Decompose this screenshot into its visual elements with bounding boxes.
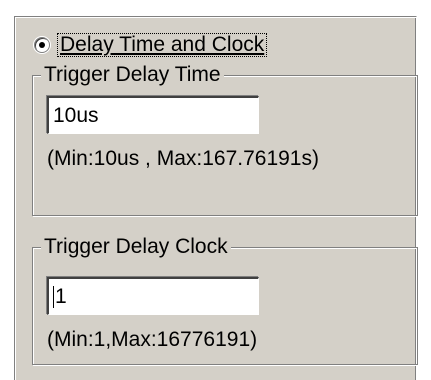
trigger-delay-clock-input[interactable]: 1 <box>47 277 259 315</box>
delay-time-and-clock-label[interactable]: Delay Time and Clock <box>56 33 268 57</box>
trigger-delay-time-input[interactable]: 10us <box>47 96 259 134</box>
trigger-delay-clock-range: (Min:1,Max:16776191) <box>47 328 258 351</box>
radio-button[interactable] <box>34 37 50 53</box>
radio-selected-dot <box>39 42 45 48</box>
trigger-delay-time-title: Trigger Delay Time <box>41 63 224 87</box>
trigger-delay-time-range: (Min:10us , Max:167.76191s) <box>47 147 319 170</box>
trigger-delay-clock-title: Trigger Delay Clock <box>41 235 231 259</box>
text-caret <box>53 286 54 309</box>
trigger-delay-time-value: 10us <box>53 104 99 127</box>
trigger-delay-clock-value: 1 <box>55 285 67 308</box>
delay-time-and-clock-option[interactable]: Delay Time and Clock <box>34 33 268 57</box>
